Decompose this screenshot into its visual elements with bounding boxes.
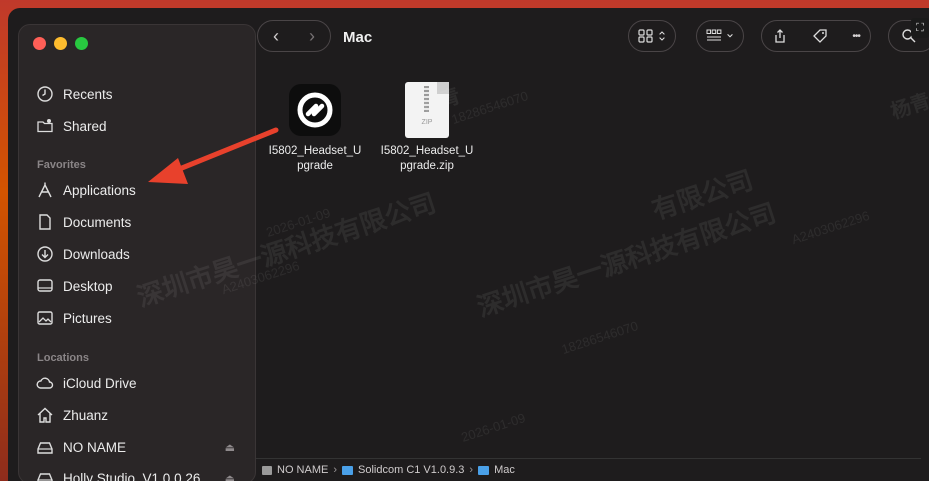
window-title: Mac <box>343 29 373 46</box>
file-name-line: I5802_Headset_U <box>380 145 474 157</box>
pictures-icon <box>35 308 55 328</box>
group-icon <box>706 29 722 41</box>
path-bar: NO NAME › Solidcom C1 V1.0.9.3 › Mac <box>256 458 921 481</box>
sidebar-item-pictures[interactable]: Pictures <box>35 306 245 330</box>
share-icon[interactable] <box>772 28 788 44</box>
drive-icon <box>262 465 272 475</box>
navigation-buttons: ‹ › <box>257 20 331 52</box>
sidebar-item-label: Zhuanz <box>63 407 109 423</box>
sidebar-item-holly-studio[interactable]: Holly Studio_V1.0.0.26 ⏏ <box>35 466 245 481</box>
minimize-button[interactable] <box>54 37 67 50</box>
file-name-line: I5802_Headset_U <box>268 145 362 157</box>
eject-icon[interactable]: ⏏ <box>225 472 235 481</box>
sidebar-item-documents[interactable]: Documents <box>35 210 245 234</box>
sidebar-item-label: Applications <box>63 182 136 198</box>
grid-view-icon <box>638 29 653 43</box>
sidebar-item-label: Documents <box>63 214 132 230</box>
shared-folder-icon <box>35 116 55 136</box>
sidebar-item-label: Holly Studio_V1.0.0.26 <box>63 470 201 481</box>
back-button[interactable]: ‹ <box>258 26 294 47</box>
desktop-icon <box>35 276 55 296</box>
favorites-section-header: Favorites <box>37 159 86 171</box>
folder-icon <box>478 465 490 475</box>
close-button[interactable] <box>33 37 46 50</box>
sidebar-item-label: iCloud Drive <box>63 375 137 391</box>
document-icon <box>35 212 55 232</box>
path-item[interactable]: NO NAME <box>277 464 328 476</box>
clock-icon <box>35 84 55 104</box>
locations-section-header: Locations <box>37 352 89 364</box>
path-item[interactable]: Mac <box>494 464 515 476</box>
home-icon <box>35 405 55 425</box>
file-name-line: pgrade.zip <box>400 160 454 172</box>
window-controls <box>33 37 88 50</box>
drive-icon <box>35 437 55 457</box>
sidebar-item-icloud-drive[interactable]: iCloud Drive <box>35 371 245 395</box>
chevron-down-icon <box>727 34 733 38</box>
folder-icon <box>342 465 354 475</box>
view-mode-button[interactable] <box>628 20 676 52</box>
path-separator: › <box>469 464 474 476</box>
tag-icon[interactable] <box>812 28 828 44</box>
drive-icon <box>35 468 55 481</box>
group-by-button[interactable] <box>696 20 744 52</box>
zoom-button[interactable] <box>75 37 88 50</box>
sidebar-item-zhuanz[interactable]: Zhuanz <box>35 403 245 427</box>
actions-group: ••• <box>761 20 871 52</box>
path-separator: › <box>333 464 338 476</box>
sidebar-item-applications[interactable]: Applications <box>35 178 245 202</box>
screenshot-overlay-icon[interactable]: ⛶ <box>911 18 929 38</box>
sidebar-item-label: NO NAME <box>63 439 127 455</box>
sidebar-item-label: Desktop <box>63 278 113 294</box>
cloud-icon <box>35 373 55 393</box>
applications-icon <box>35 180 55 200</box>
sidebar-item-label: Recents <box>63 86 113 102</box>
download-icon <box>35 244 55 264</box>
file-name-line: pgrade <box>297 160 333 172</box>
sidebar-item-label: Downloads <box>63 246 130 262</box>
path-item[interactable]: Solidcom C1 V1.0.9.3 <box>358 464 464 476</box>
sidebar-item-recents[interactable]: Recents <box>35 82 245 106</box>
more-options-button[interactable]: ••• <box>852 31 860 42</box>
sidebar-item-label: Shared <box>63 118 107 134</box>
file-item-app[interactable]: I5802_Headset_U pgrade <box>255 84 375 174</box>
app-logo-icon <box>289 84 341 136</box>
sidebar-item-label: Pictures <box>63 310 112 326</box>
forward-button[interactable]: › <box>294 26 330 47</box>
sidebar-item-no-name[interactable]: NO NAME ⏏ <box>35 435 245 459</box>
chevron-updown-icon <box>659 31 665 41</box>
finder-window: Recents Shared Favorites Applications Do… <box>8 8 929 481</box>
eject-icon[interactable]: ⏏ <box>225 441 235 454</box>
sidebar-item-shared[interactable]: Shared <box>35 114 245 138</box>
